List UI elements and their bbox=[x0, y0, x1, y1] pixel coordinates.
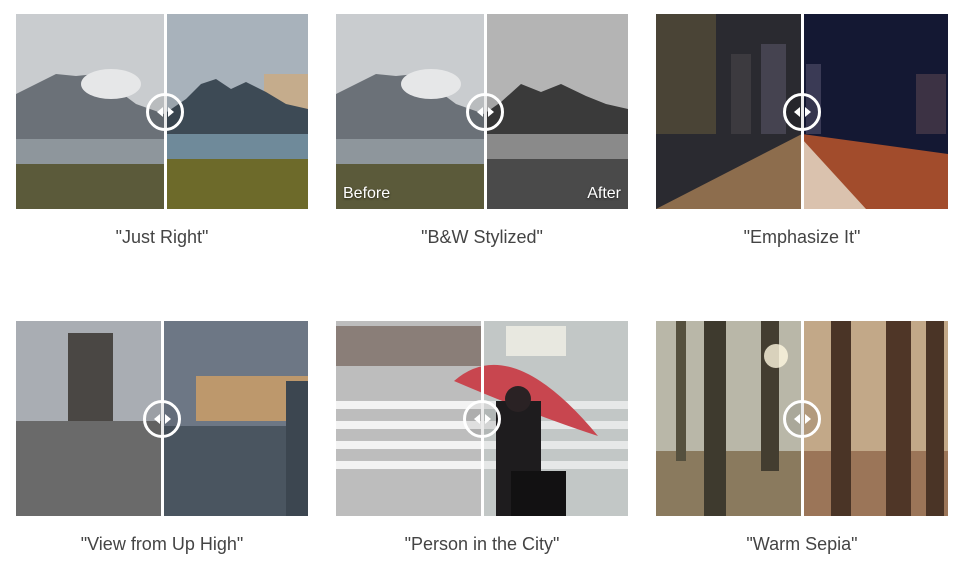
card-caption: "Emphasize It" bbox=[743, 227, 861, 247]
before-label: Before bbox=[343, 185, 391, 202]
comparison-card: "Emphasize It" bbox=[656, 14, 948, 248]
card-caption: "Person in the City" bbox=[404, 534, 560, 554]
left-right-arrows-icon[interactable] bbox=[463, 399, 501, 438]
left-right-arrows-icon[interactable] bbox=[783, 399, 821, 438]
comparison-card: "Person in the City" bbox=[336, 321, 628, 555]
card-caption: "Warm Sepia" bbox=[746, 534, 858, 554]
left-right-arrows-icon[interactable] bbox=[146, 92, 184, 131]
left-right-arrows-icon[interactable] bbox=[466, 92, 504, 131]
comparison-card: "View from Up High" bbox=[16, 321, 308, 555]
before-after-slider[interactable] bbox=[16, 321, 308, 516]
left-right-arrows-icon[interactable] bbox=[783, 92, 821, 131]
comparison-card: Before After "B&W Stylized" bbox=[336, 14, 628, 248]
card-caption: "View from Up High" bbox=[80, 534, 244, 554]
left-right-arrows-icon[interactable] bbox=[143, 399, 181, 438]
comparison-card: "Warm Sepia" bbox=[656, 321, 948, 555]
card-caption: "B&W Stylized" bbox=[421, 227, 543, 247]
card-caption: "Just Right" bbox=[115, 227, 209, 247]
before-after-slider[interactable] bbox=[656, 321, 948, 516]
before-after-slider[interactable] bbox=[16, 14, 308, 209]
before-after-slider[interactable] bbox=[656, 14, 948, 209]
before-after-slider[interactable]: Before After bbox=[336, 14, 628, 209]
before-after-slider[interactable] bbox=[336, 321, 628, 516]
comparison-card: "Just Right" bbox=[16, 14, 308, 248]
after-label: After bbox=[587, 185, 621, 202]
